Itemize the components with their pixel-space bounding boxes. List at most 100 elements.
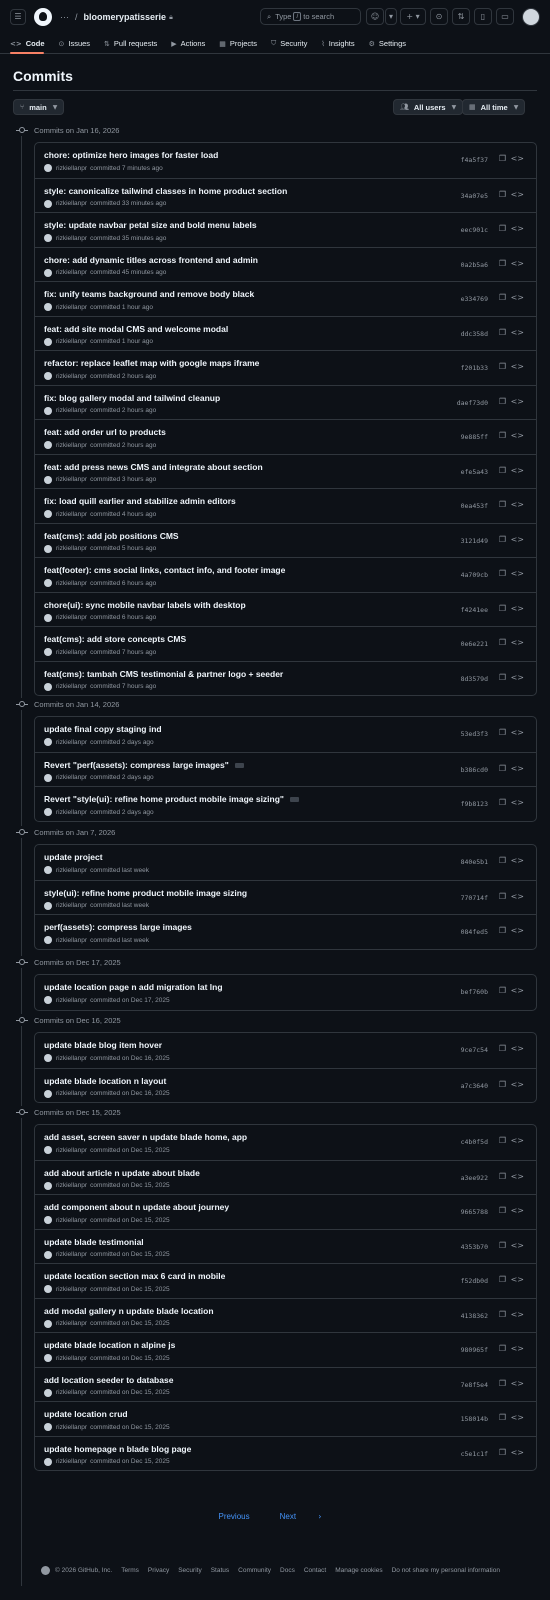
copy-icon[interactable]: ❐ [499, 1413, 506, 1422]
tab-issues[interactable]: ⊙ Issues [58, 34, 90, 53]
commit-sha-link[interactable]: 084fed5 [461, 928, 488, 936]
browse-code-icon[interactable]: <> [511, 1241, 524, 1250]
commit-sha-link[interactable]: a3ee922 [461, 1174, 488, 1182]
footer-link[interactable]: Docs [280, 1567, 295, 1574]
browse-code-icon[interactable]: <> [511, 1379, 524, 1388]
commit-message-link[interactable]: feat: add press news CMS and integrate a… [44, 462, 263, 472]
tab-insights[interactable]: ⌇ Insights [321, 34, 354, 53]
browse-code-icon[interactable]: <> [511, 190, 524, 199]
browse-code-icon[interactable]: <> [511, 224, 524, 233]
commit-message-link[interactable]: perf(assets): compress large images [44, 922, 192, 932]
browse-code-icon[interactable]: <> [511, 1413, 524, 1422]
author-link[interactable]: rizkiellanpr [56, 1217, 87, 1224]
commit-sha-link[interactable]: 770714f [461, 894, 488, 902]
avatar[interactable] [44, 682, 52, 691]
avatar[interactable] [44, 510, 52, 518]
footer-link[interactable]: Security [178, 1567, 201, 1574]
commit-sha-link[interactable]: 3121d49 [461, 537, 488, 545]
browse-code-icon[interactable]: <> [511, 673, 524, 682]
commit-sha-link[interactable]: f52db0d [461, 1277, 488, 1285]
copy-icon[interactable]: ❐ [499, 154, 506, 163]
avatar[interactable] [44, 1146, 52, 1154]
browse-code-icon[interactable]: <> [511, 1044, 524, 1053]
commit-sha-link[interactable]: 0ea453f [461, 502, 488, 510]
author-link[interactable]: rizkiellanpr [56, 1458, 87, 1465]
tab-security[interactable]: ⛉ Security [271, 34, 307, 53]
author-link[interactable]: rizkiellanpr [56, 867, 87, 874]
commit-sha-link[interactable]: 4353b70 [461, 1243, 488, 1251]
avatar[interactable] [44, 1216, 52, 1224]
author-link[interactable]: rizkiellanpr [56, 1424, 87, 1431]
copy-icon[interactable]: ❐ [499, 638, 506, 647]
author-link[interactable]: rizkiellanpr [56, 545, 87, 552]
browse-code-icon[interactable]: <> [511, 798, 524, 807]
copy-icon[interactable]: ❐ [499, 1241, 506, 1250]
author-link[interactable]: rizkiellanpr [56, 373, 87, 380]
avatar[interactable] [44, 337, 52, 346]
commit-sha-link[interactable]: daef73d0 [457, 399, 488, 407]
author-link[interactable]: rizkiellanpr [56, 997, 87, 1004]
commit-message-link[interactable]: update blade location n layout [44, 1076, 166, 1086]
author-link[interactable]: rizkiellanpr [56, 1251, 87, 1258]
browse-code-icon[interactable]: <> [511, 293, 524, 302]
commit-message-link[interactable]: add asset, screen saver n update blade h… [44, 1132, 247, 1142]
more-icon[interactable]: ··· [60, 12, 69, 22]
copy-icon[interactable]: ❐ [499, 926, 506, 935]
commit-message-link[interactable]: fix: load quill earlier and stabilize ad… [44, 496, 236, 506]
copy-icon[interactable]: ❐ [499, 328, 506, 337]
commit-sha-link[interactable]: f201b33 [461, 364, 488, 372]
commit-sha-link[interactable]: 9ce7c54 [461, 1046, 488, 1054]
copy-icon[interactable]: ❐ [499, 673, 506, 682]
author-link[interactable]: rizkiellanpr [56, 739, 87, 746]
avatar[interactable] [44, 579, 52, 587]
commit-sha-link[interactable]: f9b8123 [461, 800, 488, 808]
commit-sha-link[interactable]: 4138362 [461, 1312, 488, 1320]
avatar[interactable] [44, 1054, 52, 1062]
browse-code-icon[interactable]: <> [511, 728, 524, 737]
author-link[interactable]: rizkiellanpr [56, 407, 87, 414]
browse-code-icon[interactable]: <> [511, 431, 524, 440]
browse-code-icon[interactable]: <> [511, 856, 524, 865]
author-link[interactable]: rizkiellanpr [56, 1389, 87, 1396]
browse-code-icon[interactable]: <> [511, 1172, 524, 1181]
avatar[interactable] [44, 475, 52, 484]
copy-icon[interactable]: ❐ [499, 259, 506, 268]
commit-sha-link[interactable]: 4a709cb [461, 571, 488, 579]
copy-icon[interactable]: ❐ [499, 224, 506, 233]
commit-sha-link[interactable]: 9665788 [461, 1208, 488, 1216]
copy-icon[interactable]: ❐ [499, 1310, 506, 1319]
copy-icon[interactable]: ❐ [499, 764, 506, 773]
author-link[interactable]: rizkiellanpr [56, 1090, 87, 1097]
author-link[interactable]: rizkiellanpr [56, 1355, 87, 1362]
commit-sha-link[interactable]: c4b0f5d [461, 1138, 488, 1146]
avatar[interactable] [44, 1319, 52, 1328]
copy-icon[interactable]: ❐ [499, 728, 506, 737]
github-logo-icon[interactable] [41, 1566, 51, 1575]
commit-message-link[interactable]: feat: add order url to products [44, 427, 166, 437]
author-link[interactable]: rizkiellanpr [56, 200, 87, 207]
footer-link[interactable]: Status [211, 1567, 229, 1574]
author-link[interactable]: rizkiellanpr [56, 902, 87, 909]
author-link[interactable]: rizkiellanpr [56, 809, 87, 816]
commit-sha-link[interactable]: eec901c [461, 226, 488, 234]
repositories-icon[interactable]: ▯ [474, 8, 492, 25]
commit-sha-link[interactable]: ddc358d [461, 330, 488, 338]
commit-sha-link[interactable]: b386cd0 [461, 766, 488, 774]
next-button[interactable]: Next › [270, 1512, 332, 1521]
browse-code-icon[interactable]: <> [511, 1310, 524, 1319]
commit-message-link[interactable]: update project [44, 852, 103, 862]
author-link[interactable]: rizkiellanpr [56, 1286, 87, 1293]
commit-message-link[interactable]: style: update navbar petal size and bold… [44, 220, 257, 230]
commit-message-link[interactable]: feat(footer): cms social links, contact … [44, 565, 285, 575]
author-link[interactable]: rizkiellanpr [56, 1147, 87, 1154]
commit-sha-link[interactable]: 158014b [461, 1415, 488, 1423]
commit-message-link[interactable]: fix: unify teams background and remove b… [44, 289, 254, 299]
commit-sha-link[interactable]: f4a5f37 [461, 156, 488, 164]
commit-sha-link[interactable]: f4241ee [461, 606, 488, 614]
copy-icon[interactable]: ❐ [499, 1044, 506, 1053]
avatar[interactable] [44, 234, 52, 242]
author-link[interactable]: rizkiellanpr [56, 338, 87, 345]
browse-code-icon[interactable]: <> [511, 259, 524, 268]
browse-code-icon[interactable]: <> [511, 500, 524, 509]
avatar[interactable] [44, 901, 52, 910]
